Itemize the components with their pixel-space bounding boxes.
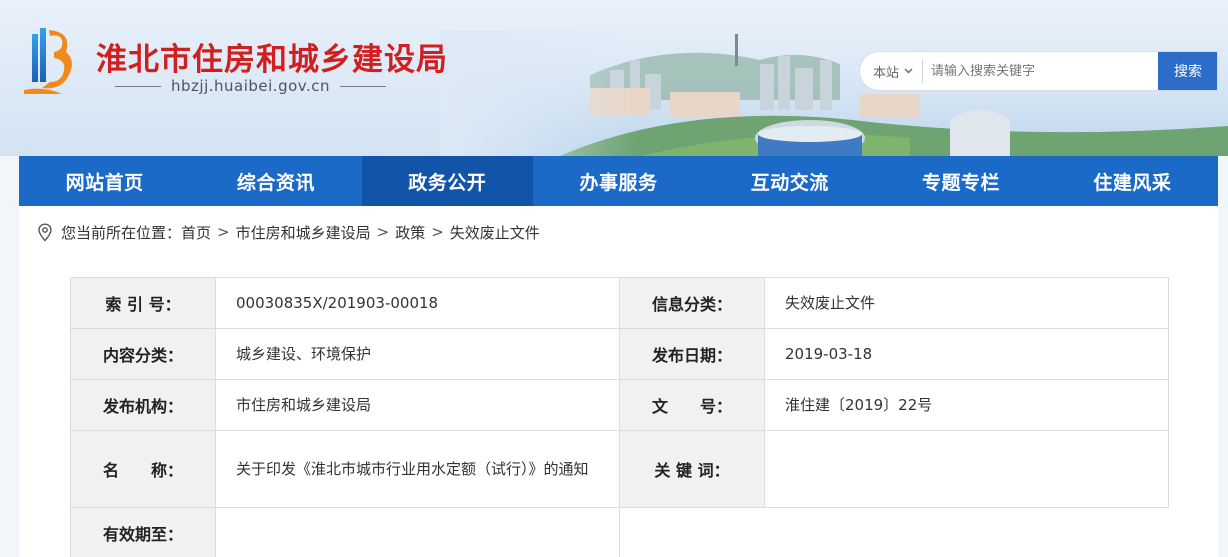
divider: [115, 85, 161, 87]
breadcrumb-prefix: 您当前所在位置：: [61, 223, 182, 242]
content-type-value: 城乡建设、环境保护: [215, 328, 620, 380]
main-nav: 网站首页 综合资讯 政务公开 办事服务 互动交流 专题专栏 住建风采: [19, 156, 1218, 206]
keywords-value: [764, 430, 1169, 508]
cityscape-banner: [440, 30, 1228, 156]
divider: [340, 85, 386, 87]
category-value: 失效废止文件: [764, 277, 1169, 329]
search-scope-select[interactable]: 本站: [860, 59, 924, 83]
search-button[interactable]: 搜索: [1158, 52, 1217, 90]
nav-item-services[interactable]: 办事服务: [533, 156, 704, 206]
nav-item-showcase[interactable]: 住建风采: [1047, 156, 1218, 206]
keywords-label: 关 键 词：: [619, 430, 765, 508]
content-type-label: 内容分类：: [70, 328, 216, 380]
agency-label: 发布机构：: [70, 379, 216, 431]
validity-label: 有效期至：: [70, 507, 216, 557]
nav-item-topics[interactable]: 专题专栏: [875, 156, 1046, 206]
publish-date-label: 发布日期：: [619, 328, 765, 380]
breadcrumb-bureau[interactable]: 市住房和城乡建设局: [236, 222, 371, 243]
breadcrumb-separator: >: [431, 223, 444, 241]
nav-item-news[interactable]: 综合资讯: [190, 156, 361, 206]
document-info-table: 索 引 号： 00030835X/201903-00018 信息分类： 失效废止…: [70, 277, 1169, 557]
logo-icon: [24, 28, 72, 94]
agency-value: 市住房和城乡建设局: [215, 379, 620, 431]
breadcrumb-separator: >: [376, 223, 390, 241]
title-label: 名 称：: [70, 430, 216, 508]
breadcrumb: 您当前所在位置： 首页 > 市住房和城乡建设局 > 政策 > 失效废止文件: [37, 222, 540, 242]
category-label: 信息分类：: [619, 277, 765, 329]
location-pin-icon: [38, 222, 52, 242]
site-url: hbzjj.huaibei.gov.cn: [171, 77, 330, 95]
breadcrumb-policy[interactable]: 政策: [395, 222, 425, 243]
publish-date-value: 2019-03-18: [764, 328, 1169, 380]
table-row: 索 引 号： 00030835X/201903-00018 信息分类： 失效废止…: [70, 277, 1169, 329]
nav-item-home[interactable]: 网站首页: [19, 156, 190, 206]
breadcrumb-home[interactable]: 首页: [181, 222, 211, 243]
empty-cell: [620, 508, 765, 557]
site-title[interactable]: 淮北市住房和城乡建设局: [96, 34, 448, 79]
title-value: 关于印发《淮北市城市行业用水定额（试行）》的通知: [215, 430, 620, 508]
search-scope-label: 本站: [873, 65, 900, 81]
content-panel: 您当前所在位置： 首页 > 市住房和城乡建设局 > 政策 > 失效废止文件 索 …: [19, 206, 1218, 557]
doc-number-label: 文 号：: [619, 379, 765, 431]
chevron-down-icon: [904, 68, 913, 74]
breadcrumb-separator: >: [217, 223, 230, 241]
search-box: 本站 搜索: [859, 51, 1218, 91]
nav-item-interaction[interactable]: 互动交流: [704, 156, 875, 206]
site-url-row: hbzjj.huaibei.gov.cn: [115, 77, 386, 95]
search-input[interactable]: [923, 52, 1158, 90]
index-value: 00030835X/201903-00018: [215, 277, 620, 329]
index-label: 索 引 号：: [70, 277, 216, 329]
nav-item-government-affairs[interactable]: 政务公开: [361, 156, 533, 206]
empty-cell: [765, 508, 1169, 557]
doc-number-value: 淮住建〔2019〕22号: [764, 379, 1169, 431]
validity-value: [215, 507, 620, 557]
table-row: 有效期至：: [70, 507, 1169, 557]
table-row: 名 称： 关于印发《淮北市城市行业用水定额（试行）》的通知 关 键 词：: [70, 430, 1169, 508]
table-row: 内容分类： 城乡建设、环境保护 发布日期： 2019-03-18: [70, 328, 1169, 380]
table-row: 发布机构： 市住房和城乡建设局 文 号： 淮住建〔2019〕22号: [70, 379, 1169, 431]
breadcrumb-current: 失效废止文件: [449, 223, 540, 242]
site-header: 淮北市住房和城乡建设局 hbzjj.huaibei.gov.cn 本站 搜索: [0, 0, 1228, 156]
